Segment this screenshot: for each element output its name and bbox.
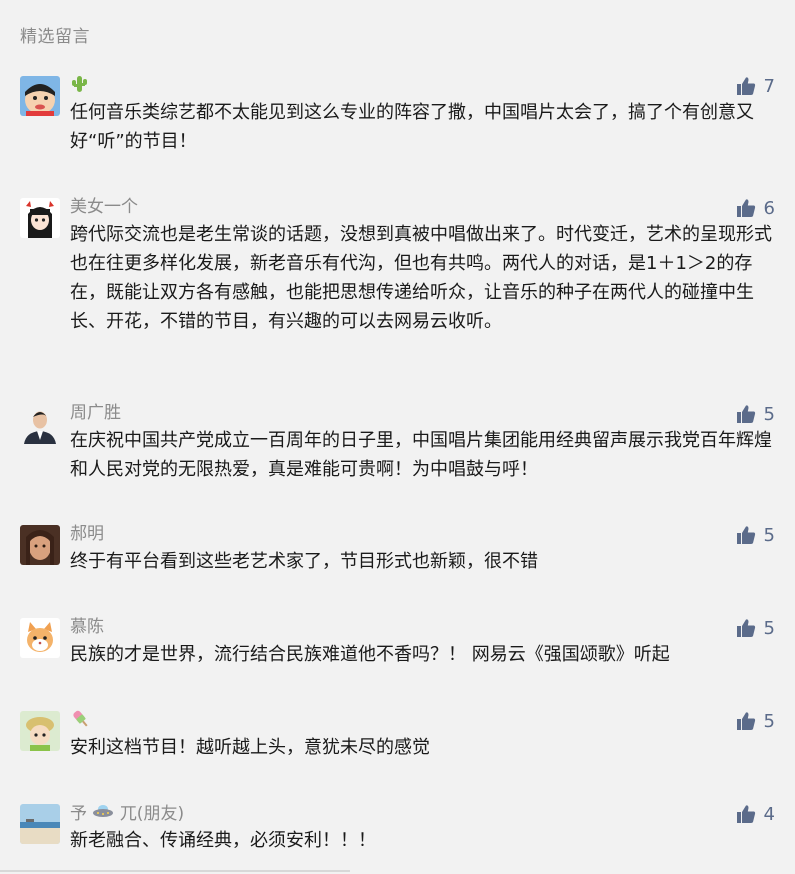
thumbs-up-icon xyxy=(736,711,756,731)
avatar[interactable] xyxy=(20,804,60,844)
thumbs-up-icon xyxy=(736,198,756,218)
thumbs-up-icon xyxy=(736,76,756,96)
like-count: 5 xyxy=(763,524,775,546)
like-count: 5 xyxy=(763,710,775,732)
avatar[interactable] xyxy=(20,525,60,565)
nickname-text: 美女一个 xyxy=(70,197,138,217)
thumbs-up-icon xyxy=(736,404,756,424)
comment-text: 在庆祝中国共产党成立一百周年的日子里，中国唱片集团能用经典留声展示我党百年辉煌和… xyxy=(70,430,772,480)
nickname: 予 兀(朋友) xyxy=(70,802,184,826)
nickname-text: 慕陈 xyxy=(70,617,104,637)
like-count: 5 xyxy=(763,403,775,425)
like-count: 5 xyxy=(763,617,775,639)
like-count: 4 xyxy=(763,803,775,825)
like-button[interactable]: 6 xyxy=(736,196,775,220)
like-button[interactable]: 5 xyxy=(736,523,775,547)
thumbs-up-icon xyxy=(736,804,756,824)
ice-pop-icon xyxy=(70,709,92,735)
avatar[interactable] xyxy=(20,404,60,444)
ufo-icon xyxy=(92,802,114,826)
thumbs-up-icon xyxy=(736,525,756,545)
nickname xyxy=(70,74,88,100)
nickname xyxy=(70,709,92,735)
comment-list: 7 任何音乐类综艺都不太能见到这么专业的阵容了撒，中国唱片太会了，搞了个有创意又… xyxy=(0,0,795,874)
comment-text: 安利这档节目！越听越上头，意犹未尽的感觉 xyxy=(70,737,430,758)
nickname-prefix: 予 xyxy=(70,804,87,824)
like-button[interactable]: 5 xyxy=(736,402,775,426)
nickname-text: 周广胜 xyxy=(70,403,121,423)
avatar[interactable] xyxy=(20,618,60,658)
like-count: 7 xyxy=(763,75,775,97)
comment-text: 新老融合、传诵经典，必须安利！！！ xyxy=(70,830,376,851)
comment-text: 跨代际交流也是老生常谈的话题，没想到真被中唱做出来了。时代变迁，艺术的呈现形式也… xyxy=(70,224,772,332)
cactus-icon xyxy=(70,74,88,100)
like-count: 6 xyxy=(763,197,775,219)
thumbs-up-icon xyxy=(736,618,756,638)
nickname-text: 兀(朋友) xyxy=(119,804,185,824)
like-button[interactable]: 4 xyxy=(736,802,775,826)
comment-text: 任何音乐类综艺都不太能见到这么专业的阵容了撒，中国唱片太会了，搞了个有创意又好“… xyxy=(70,102,754,152)
comment-text: 终于有平台看到这些老艺术家了，节目形式也新颖，很不错 xyxy=(70,551,538,572)
avatar[interactable] xyxy=(20,711,60,751)
divider xyxy=(0,870,350,872)
avatar[interactable] xyxy=(20,198,60,238)
like-button[interactable]: 7 xyxy=(736,74,775,98)
like-button[interactable]: 5 xyxy=(736,709,775,733)
comment-text: 民族的才是世界，流行结合民族难道他不香吗？！ 网易云《强国颂歌》听起 xyxy=(70,644,670,665)
nickname-text: 郝明 xyxy=(70,524,104,544)
avatar[interactable] xyxy=(20,76,60,116)
like-button[interactable]: 5 xyxy=(736,616,775,640)
